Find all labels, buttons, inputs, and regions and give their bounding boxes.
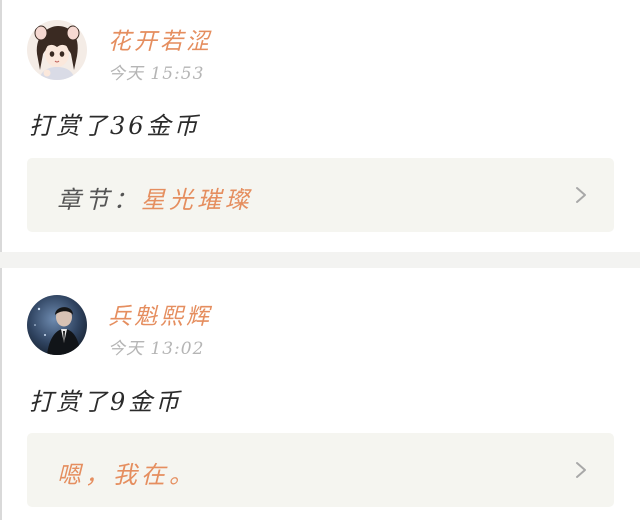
chevron-right-icon	[576, 187, 586, 203]
message-text: 嗯，我在。	[57, 455, 197, 490]
message-content: 嗯，我在。	[57, 461, 197, 489]
message-link[interactable]: 嗯，我在。	[27, 433, 614, 507]
post-time: 今天 15:53	[108, 64, 205, 84]
post-time: 今天 13:02	[108, 339, 205, 359]
avatar[interactable]	[27, 295, 87, 355]
chapter-label: 章节：	[57, 186, 141, 214]
chapter-text: 章节：星光璀璨	[57, 180, 253, 215]
left-border	[0, 0, 2, 252]
reward-text: 打赏了36金币	[29, 112, 201, 140]
username[interactable]: 兵魁熙辉	[108, 297, 212, 331]
left-border	[0, 268, 2, 520]
reward-post-card: 花开若涩 今天 15:53 打赏了36金币 章节：星光璀璨	[0, 0, 640, 252]
chevron-right-icon	[576, 462, 586, 478]
chapter-link[interactable]: 章节：星光璀璨	[27, 158, 614, 232]
chapter-title: 星光璀璨	[141, 186, 253, 214]
username[interactable]: 花开若涩	[108, 22, 212, 56]
reward-post-card: 兵魁熙辉 今天 13:02 打赏了9金币 嗯，我在。	[0, 268, 640, 520]
reward-text: 打赏了9金币	[29, 388, 183, 416]
avatar[interactable]	[27, 20, 87, 80]
